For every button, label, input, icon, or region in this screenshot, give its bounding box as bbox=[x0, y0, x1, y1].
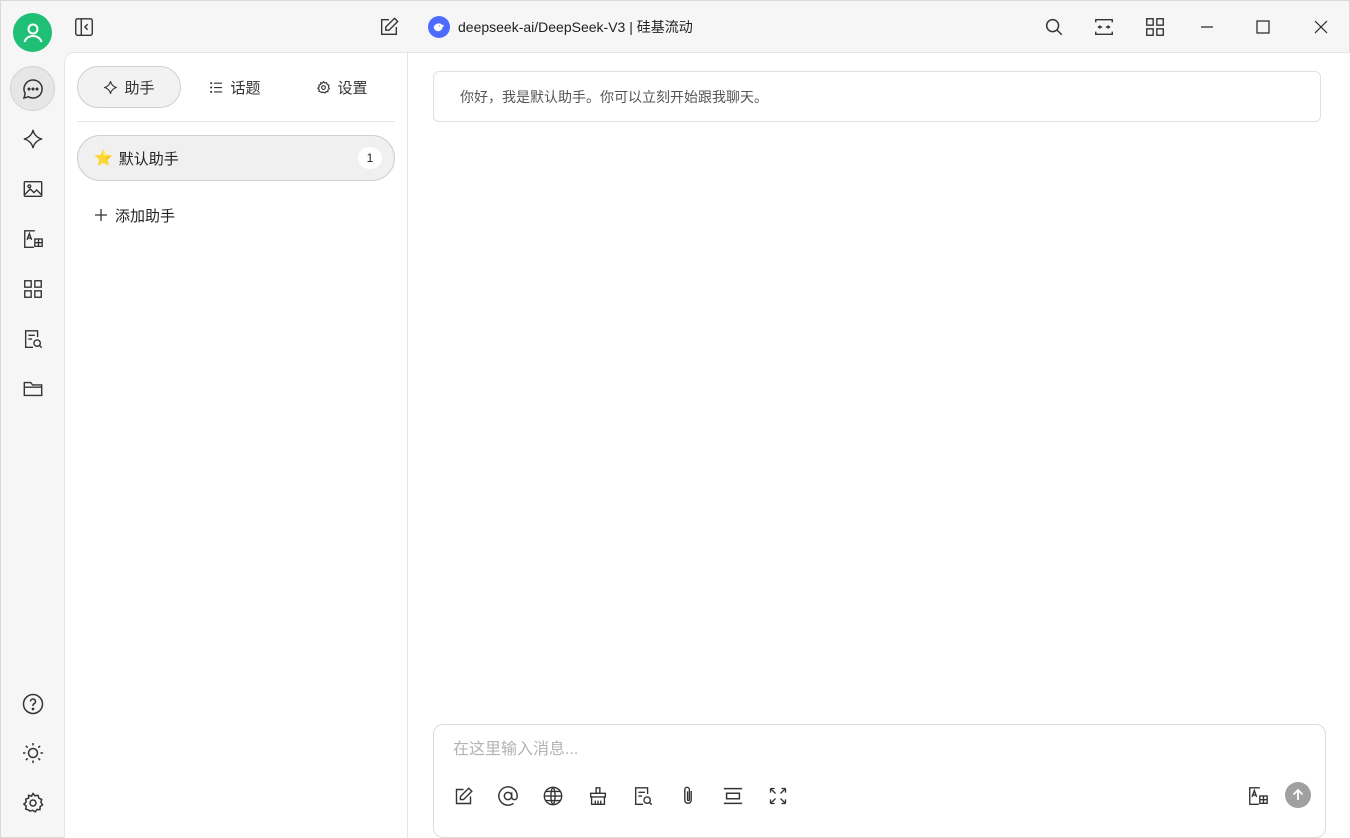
chat-icon bbox=[22, 78, 43, 99]
sidebar-toggle-icon bbox=[75, 18, 93, 36]
web-search-icon bbox=[543, 786, 563, 806]
add-assistant-button[interactable]: 添加助手 bbox=[93, 203, 175, 227]
gear-icon bbox=[317, 80, 331, 94]
clear-context-button[interactable] bbox=[583, 781, 613, 811]
grid-icon bbox=[1146, 18, 1164, 36]
user-avatar[interactable] bbox=[13, 13, 52, 52]
search-icon bbox=[1045, 18, 1063, 36]
rail-files[interactable] bbox=[10, 366, 55, 411]
list-icon bbox=[210, 81, 223, 93]
new-topic-icon bbox=[455, 786, 473, 804]
tab-topics[interactable]: 话题 bbox=[181, 66, 289, 108]
narrow-mode-button[interactable] bbox=[1088, 11, 1120, 43]
rail-chat[interactable] bbox=[10, 66, 55, 111]
settings-icon bbox=[22, 791, 44, 813]
nav-rail bbox=[1, 1, 64, 837]
user-icon bbox=[23, 23, 42, 42]
minimize-button[interactable] bbox=[1191, 11, 1223, 43]
tabs-divider bbox=[77, 121, 395, 122]
message-composer bbox=[433, 724, 1326, 838]
apps-launcher-button[interactable] bbox=[1139, 11, 1171, 43]
assistant-emoji: ⭐ bbox=[94, 150, 113, 167]
rail-translate[interactable] bbox=[10, 216, 55, 261]
add-assistant-label: 添加助手 bbox=[115, 207, 176, 225]
attachment-icon bbox=[684, 786, 692, 804]
knowledge-icon bbox=[24, 329, 42, 348]
context-icon bbox=[723, 787, 743, 805]
greeting-message: 你好，我是默认助手。你可以立刻开始跟我聊天。 bbox=[433, 71, 1321, 122]
greeting-text: 你好，我是默认助手。你可以立刻开始跟我聊天。 bbox=[460, 88, 768, 105]
folder-icon bbox=[23, 381, 42, 396]
help-icon bbox=[22, 693, 43, 714]
rail-help[interactable] bbox=[10, 681, 55, 726]
edit-icon bbox=[380, 17, 399, 36]
assistants-panel: 助手 话题 设置 ⭐ 默认助手 1 添加助手 bbox=[64, 52, 408, 838]
rail-paintings[interactable] bbox=[10, 166, 55, 211]
rail-settings[interactable] bbox=[10, 780, 55, 825]
image-icon bbox=[23, 180, 42, 197]
rail-knowledge[interactable] bbox=[10, 316, 55, 361]
search-button[interactable] bbox=[1038, 11, 1070, 43]
app-window: deepseek-ai/DeepSeek-V3 | 硅基流动 助手 话题 设置 … bbox=[0, 0, 1350, 838]
rail-apps[interactable] bbox=[10, 266, 55, 311]
assistant-item[interactable]: ⭐ 默认助手 1 bbox=[77, 135, 395, 181]
model-title-text: deepseek-ai/DeepSeek-V3 | 硅基流动 bbox=[458, 19, 693, 35]
close-button[interactable] bbox=[1305, 11, 1337, 43]
expand-button[interactable] bbox=[763, 781, 793, 811]
web-search-button[interactable] bbox=[538, 781, 568, 811]
width-toggle-icon bbox=[1095, 18, 1113, 36]
panel-tabs: 助手 话题 设置 bbox=[77, 66, 395, 108]
deepseek-logo-icon bbox=[428, 16, 450, 38]
tab-topics-label: 话题 bbox=[230, 79, 261, 97]
title-bar: deepseek-ai/DeepSeek-V3 | 硅基流动 bbox=[64, 1, 1350, 52]
translate-input-button[interactable] bbox=[1243, 781, 1273, 811]
message-input[interactable] bbox=[453, 737, 1293, 763]
context-button[interactable] bbox=[718, 781, 748, 811]
close-icon bbox=[1314, 20, 1328, 34]
knowledge-icon bbox=[634, 787, 653, 806]
sparkle-icon bbox=[104, 80, 118, 94]
chat-area: 你好，我是默认助手。你可以立刻开始跟我聊天。 bbox=[408, 52, 1350, 838]
assistant-name: 默认助手 bbox=[118, 150, 179, 168]
maximize-button[interactable] bbox=[1247, 11, 1279, 43]
attachment-button[interactable] bbox=[673, 781, 703, 811]
rail-agents[interactable] bbox=[10, 116, 55, 161]
mention-icon bbox=[498, 786, 518, 806]
tab-assistants[interactable]: 助手 bbox=[77, 66, 181, 108]
mention-model-button[interactable] bbox=[493, 781, 523, 811]
expand-icon bbox=[769, 787, 787, 805]
new-chat-button[interactable] bbox=[373, 11, 405, 43]
knowledge-base-button[interactable] bbox=[628, 781, 658, 811]
arrow-up-icon bbox=[1292, 788, 1304, 800]
toggle-sidebar-button[interactable] bbox=[68, 11, 100, 43]
tab-settings-label: 设置 bbox=[337, 79, 368, 97]
send-button[interactable] bbox=[1285, 782, 1311, 808]
theme-icon bbox=[22, 742, 43, 763]
clear-icon bbox=[589, 787, 607, 805]
minimize-icon bbox=[1201, 26, 1213, 28]
model-selector[interactable]: deepseek-ai/DeepSeek-V3 | 硅基流动 bbox=[428, 15, 693, 39]
tab-assistants-label: 助手 bbox=[124, 79, 155, 97]
apps-icon bbox=[23, 279, 42, 298]
plus-icon bbox=[95, 209, 107, 221]
topic-count-badge: 1 bbox=[358, 147, 382, 169]
rail-theme[interactable] bbox=[10, 730, 55, 775]
maximize-icon bbox=[1256, 20, 1270, 34]
translate-icon bbox=[1249, 787, 1268, 805]
new-topic-button[interactable] bbox=[448, 781, 478, 811]
tab-settings[interactable]: 设置 bbox=[289, 66, 395, 108]
sparkle-icon bbox=[23, 129, 42, 148]
translate-icon bbox=[23, 229, 43, 248]
